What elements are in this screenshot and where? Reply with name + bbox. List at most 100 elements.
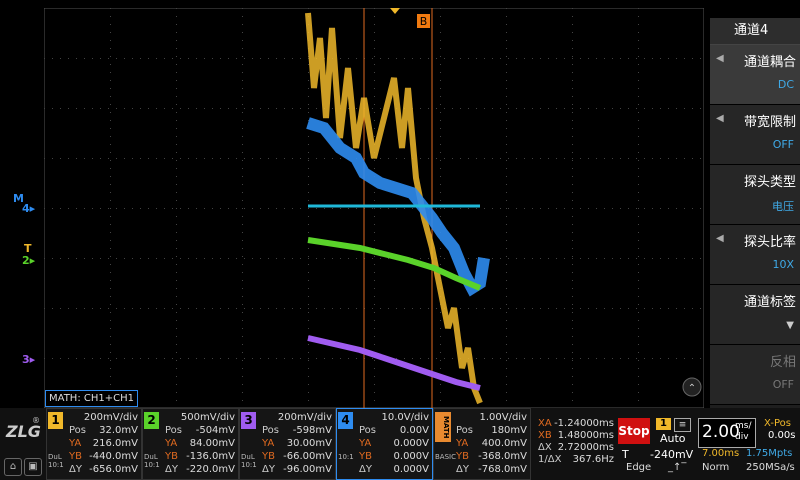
grid-dot (440, 320, 441, 321)
grid-dot (572, 240, 573, 241)
grid-dot (242, 184, 243, 185)
grid-dot (506, 280, 507, 281)
grid-dot (492, 158, 493, 159)
grid-dot (196, 208, 197, 209)
grid-dot (52, 358, 53, 359)
ch4-offset-marker[interactable]: 4▸ (22, 202, 35, 215)
grid-dot (60, 58, 61, 59)
grid-dot (84, 308, 85, 309)
grid-dot (164, 258, 165, 259)
grid-dot (110, 168, 111, 169)
grid-dot (440, 96, 441, 97)
menu-item-invert[interactable]: 反相 OFF (710, 345, 800, 405)
grid-dot (196, 108, 197, 109)
grid-dot (372, 358, 373, 359)
grid-dot (548, 308, 549, 309)
menu-item-probe-type[interactable]: 探头类型 电压 (710, 165, 800, 225)
timebase-box[interactable]: 2.00 ms/ div (698, 418, 756, 448)
grid-dot (228, 58, 229, 59)
channel-box-2[interactable]: 2 DuL 10:1 500mV/div Pos -504mV YA 84.00mV YB -1… (142, 408, 239, 480)
timebase-unit-bottom: div (735, 432, 749, 442)
grid-dot (652, 58, 653, 59)
grid-dot (484, 208, 485, 209)
grid-dot (172, 208, 173, 209)
waveform-display[interactable]: B ⌃ (44, 8, 704, 408)
grid-dot (572, 64, 573, 65)
menu-item-bandwidth-limit[interactable]: ◀ 带宽限制 OFF (710, 105, 800, 165)
grid-dot (684, 58, 685, 59)
grid-dot (242, 72, 243, 73)
grid-dot (638, 248, 639, 249)
grid-dot (506, 192, 507, 193)
grid-dot (506, 104, 507, 105)
grid-dot (374, 96, 375, 97)
panel-title: 通道4 (710, 18, 800, 45)
grid-dot (564, 308, 565, 309)
grid-dot (638, 168, 639, 169)
grid-dot (242, 104, 243, 105)
grid-dot (110, 328, 111, 329)
grid-dot (268, 58, 269, 59)
grid-dot (540, 108, 541, 109)
trigger-coupling-icon: ≡ (674, 418, 691, 432)
grid-dot (242, 160, 243, 161)
grid-dot (572, 112, 573, 113)
grid-dot (180, 308, 181, 309)
grid-dot (506, 208, 507, 209)
grid-dot (420, 108, 421, 109)
grid-dot (444, 158, 445, 159)
grid-dot (506, 216, 507, 217)
grid-dot (372, 108, 373, 109)
grid-dot (684, 358, 685, 359)
channel-box-3[interactable]: 3 DuL 10:1 200mV/div Pos -598mV YA 30.00mV YB -6… (239, 408, 336, 480)
grid-dot (572, 8, 573, 9)
menu-item-channel-label[interactable]: 通道标签 ▼ (710, 285, 800, 345)
grid-dot (506, 336, 507, 337)
grid-dot (652, 308, 653, 309)
menu-item-probe-ratio[interactable]: ◀ 探头比率 10X (710, 225, 800, 285)
ch2-offset-marker[interactable]: 2▸ (22, 254, 35, 267)
channel-side-info: BASIC (435, 453, 456, 461)
grid-dot (188, 208, 189, 209)
grid-dot (244, 258, 245, 259)
grid-dot (220, 258, 221, 259)
channel-box-5[interactable]: MATH BASIC 1.00V/div Pos 180mV YA 400.0mV YB -36… (433, 408, 531, 480)
grid-dot (308, 224, 309, 225)
grid-dot (444, 258, 445, 259)
grid-dot (572, 360, 573, 361)
grid-dot (84, 258, 85, 259)
grid-dot (242, 88, 243, 89)
grid-dot (84, 58, 85, 59)
grid-dot (374, 384, 375, 385)
grid-dot (700, 258, 701, 259)
grid-dot (172, 108, 173, 109)
screenshot-icon[interactable]: ▣ (24, 458, 42, 476)
grid-dot (652, 158, 653, 159)
grid-dot (300, 208, 301, 209)
channel-scale: 200mV/div (83, 412, 138, 423)
grid-dot (572, 48, 573, 49)
menu-item-coupling[interactable]: ◀ 通道耦合 DC (710, 45, 800, 105)
grid-dot (572, 376, 573, 377)
grid-dot (564, 258, 565, 259)
grid-dot (638, 24, 639, 25)
grid-dot (524, 308, 525, 309)
grid-dot (188, 58, 189, 59)
grid-dot (500, 308, 501, 309)
channel-box-1[interactable]: 1 DuL 10:1 200mV/div Pos 32.0mV YA 216.0mV YB -4… (46, 408, 142, 480)
grid-dot (236, 158, 237, 159)
grid-dot (374, 320, 375, 321)
grid-dot (620, 158, 621, 159)
grid-dot (484, 108, 485, 109)
grid-dot (506, 120, 507, 121)
grid-dot (476, 208, 477, 209)
ch3-offset-marker[interactable]: 3▸ (22, 353, 35, 366)
grid-dot (412, 358, 413, 359)
grid-dot (176, 176, 177, 177)
grid-dot (110, 72, 111, 73)
run-stop-status[interactable]: Stop (618, 418, 650, 444)
grid-dot (276, 58, 277, 59)
channel-box-4[interactable]: 4 10:1 10.0V/div Pos 0.00V YA 0.000V YB 0.000V ΔY… (336, 408, 433, 480)
home-icon[interactable]: ⌂ (4, 458, 22, 476)
grid-dot (140, 358, 141, 359)
